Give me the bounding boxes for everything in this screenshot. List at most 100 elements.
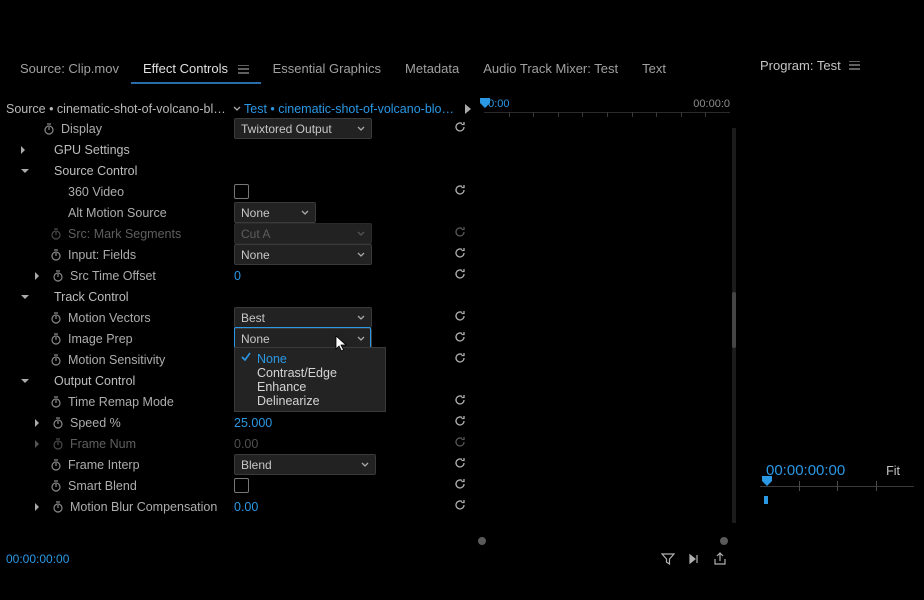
- speed-label: Speed %: [70, 416, 121, 430]
- param-track-control[interactable]: Track Control: [0, 286, 475, 307]
- speed-value[interactable]: 25.000: [234, 416, 272, 430]
- frame-num-label: Frame Num: [70, 437, 136, 451]
- program-scrubber[interactable]: [760, 478, 914, 502]
- reset-icon[interactable]: [453, 393, 469, 409]
- dropdown-item-delinearize[interactable]: Delinearize: [235, 390, 385, 411]
- tab-text[interactable]: Text: [630, 57, 678, 84]
- alt-motion-select[interactable]: None: [234, 202, 316, 223]
- program-monitor[interactable]: [746, 86, 924, 500]
- gpu-settings-label: GPU Settings: [54, 143, 130, 157]
- step-icon[interactable]: [686, 551, 702, 567]
- export-icon[interactable]: [712, 551, 728, 567]
- sequence-clip-label: Test • cinematic-shot-of-volcano-blowing…: [244, 102, 461, 116]
- tab-essential-graphics[interactable]: Essential Graphics: [261, 57, 393, 84]
- param-speed: Speed % 25.000: [0, 412, 475, 433]
- param-input-fields: Input: Fields None: [0, 244, 475, 265]
- filter-icon[interactable]: [660, 551, 676, 567]
- program-zoom-select[interactable]: Fit: [886, 464, 900, 478]
- twirl-right-icon[interactable]: [32, 503, 42, 511]
- stopwatch-icon[interactable]: [49, 311, 63, 325]
- twirl-right-icon[interactable]: [32, 419, 42, 427]
- sequence-source-label: Source • cinematic-shot-of-volcano-blowi…: [0, 102, 230, 116]
- twirl-down-icon[interactable]: [20, 377, 30, 385]
- reset-icon[interactable]: [453, 414, 469, 430]
- tab-effect-controls[interactable]: Effect Controls: [131, 57, 261, 84]
- reset-icon: [453, 225, 469, 241]
- tab-metadata[interactable]: Metadata: [393, 57, 471, 84]
- footer-timecode[interactable]: 00:00:00:00: [0, 552, 69, 566]
- mini-timeline[interactable]: 00:00 00:00:0: [478, 98, 730, 120]
- scrollbar-thumb[interactable]: [732, 292, 736, 348]
- play-icon[interactable]: [461, 104, 475, 114]
- stopwatch-icon[interactable]: [51, 500, 65, 514]
- chevron-down-icon: [301, 206, 311, 220]
- motion-sensitivity-label: Motion Sensitivity: [68, 353, 165, 367]
- mark-segments-select: Cut A: [234, 223, 372, 244]
- tab-source[interactable]: Source: Clip.mov: [8, 57, 131, 84]
- motion-vectors-select[interactable]: Best: [234, 307, 372, 328]
- reset-icon[interactable]: [453, 120, 469, 136]
- reset-icon[interactable]: [453, 351, 469, 367]
- stopwatch-icon[interactable]: [51, 269, 65, 283]
- input-fields-value: None: [241, 248, 270, 262]
- program-timecode[interactable]: 00:00:00:00: [766, 462, 845, 479]
- reset-icon[interactable]: [453, 267, 469, 283]
- source-control-label: Source Control: [54, 164, 137, 178]
- chevron-down-icon[interactable]: [230, 105, 244, 113]
- display-select[interactable]: Twixtored Output: [234, 118, 372, 139]
- program-title: Program: Test: [760, 58, 841, 73]
- playhead-icon[interactable]: [762, 476, 772, 491]
- stopwatch-icon[interactable]: [49, 458, 63, 472]
- playhead-icon[interactable]: [480, 98, 490, 108]
- src-time-offset-value[interactable]: 0: [234, 269, 241, 283]
- twirl-down-icon[interactable]: [20, 167, 30, 175]
- frame-num-value: 0.00: [234, 437, 258, 451]
- param-gpu-settings[interactable]: GPU Settings: [0, 139, 475, 160]
- timeline-end-tc: 00:00:0: [693, 98, 730, 110]
- input-fields-label: Input: Fields: [68, 248, 136, 262]
- 360-video-label: 360 Video: [68, 185, 124, 199]
- stopwatch-icon[interactable]: [49, 332, 63, 346]
- image-prep-dropdown[interactable]: None Contrast/Edge Enhance Delinearize: [234, 347, 386, 412]
- stopwatch-icon[interactable]: [49, 248, 63, 262]
- src-time-offset-label: Src Time Offset: [70, 269, 156, 283]
- param-display: Display Twixtored Output: [0, 118, 475, 139]
- smart-blend-checkbox[interactable]: [234, 478, 249, 493]
- twirl-right-icon[interactable]: [32, 272, 42, 280]
- panel-menu-icon[interactable]: [849, 58, 860, 73]
- reset-icon[interactable]: [453, 183, 469, 199]
- panel-scrollbar[interactable]: [732, 128, 736, 523]
- stopwatch-icon[interactable]: [42, 122, 56, 136]
- param-source-control[interactable]: Source Control: [0, 160, 475, 181]
- scrollbar-handle-left[interactable]: [478, 537, 486, 545]
- input-fields-select[interactable]: None: [234, 244, 372, 265]
- motion-blur-value[interactable]: 0.00: [234, 500, 258, 514]
- stopwatch-icon[interactable]: [49, 353, 63, 367]
- stopwatch-icon[interactable]: [51, 416, 65, 430]
- timeline-scrollbar[interactable]: [478, 536, 728, 546]
- twirl-down-icon[interactable]: [20, 293, 30, 301]
- twirl-right-icon[interactable]: [18, 146, 28, 154]
- tab-audio-mixer[interactable]: Audio Track Mixer: Test: [471, 57, 630, 84]
- 360-video-checkbox[interactable]: [234, 184, 249, 199]
- timeline-ticks: [484, 112, 730, 119]
- frame-interp-label: Frame Interp: [68, 458, 140, 472]
- param-smart-blend: Smart Blend: [0, 475, 475, 496]
- reset-icon[interactable]: [453, 477, 469, 493]
- reset-icon[interactable]: [453, 456, 469, 472]
- dropdown-item-contrast[interactable]: Contrast/Edge Enhance: [235, 369, 385, 390]
- param-src-time-offset: Src Time Offset 0: [0, 265, 475, 286]
- chevron-down-icon: [357, 332, 367, 346]
- reset-icon[interactable]: [453, 330, 469, 346]
- scrollbar-handle-right[interactable]: [720, 537, 728, 545]
- panel-menu-icon[interactable]: [238, 65, 249, 74]
- in-point-icon[interactable]: [764, 492, 772, 500]
- reset-icon[interactable]: [453, 246, 469, 262]
- stopwatch-icon[interactable]: [49, 479, 63, 493]
- reset-icon[interactable]: [453, 309, 469, 325]
- frame-interp-select[interactable]: Blend: [234, 454, 376, 475]
- image-prep-select[interactable]: None: [234, 328, 372, 349]
- stopwatch-icon[interactable]: [49, 395, 63, 409]
- reset-icon[interactable]: [453, 498, 469, 514]
- alt-motion-value: None: [241, 206, 270, 220]
